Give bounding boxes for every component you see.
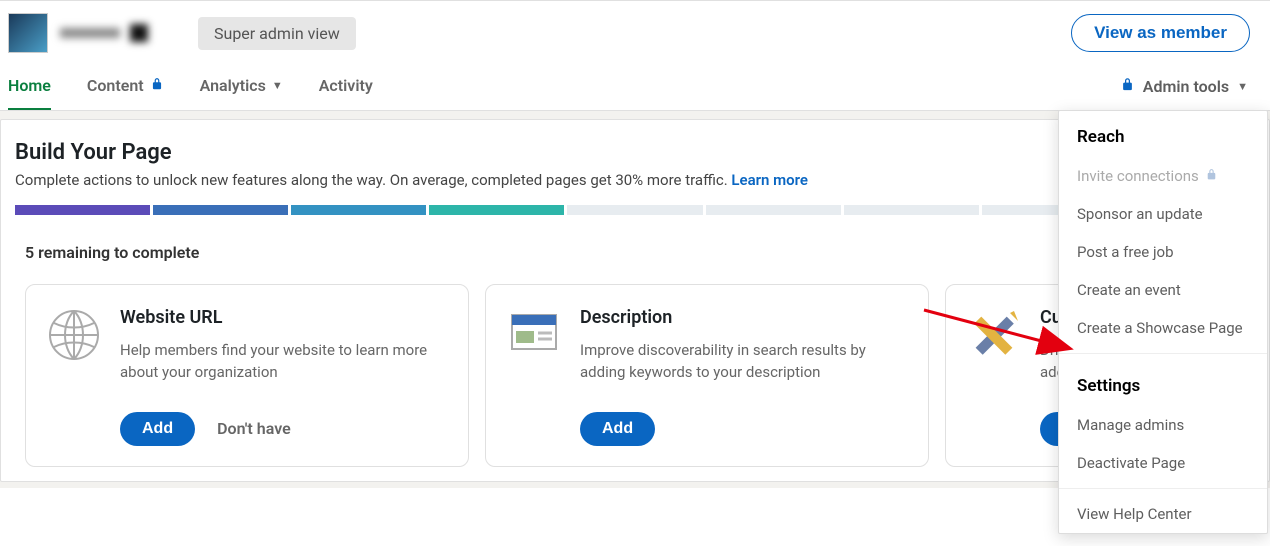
menu-manage-admins[interactable]: Manage admins — [1059, 406, 1267, 444]
tab-analytics[interactable]: Analytics ▼ — [200, 63, 283, 110]
add-button[interactable]: Add — [580, 412, 655, 446]
learn-more-link[interactable]: Learn more — [731, 171, 808, 189]
menu-create-event[interactable]: Create an event — [1059, 271, 1267, 309]
task-title: Description — [580, 307, 908, 328]
add-button[interactable]: Add — [120, 412, 195, 446]
tab-analytics-label: Analytics — [200, 76, 266, 95]
dropdown-section-reach: Reach — [1059, 111, 1267, 157]
task-title: Website URL — [120, 307, 448, 328]
lock-icon — [1205, 167, 1218, 185]
view-as-member-button[interactable]: View as member — [1071, 14, 1250, 52]
chevron-down-icon: ▼ — [1237, 80, 1248, 93]
chevron-down-icon: ▼ — [272, 79, 283, 92]
menu-create-showcase-page[interactable]: Create a Showcase Page — [1059, 309, 1267, 347]
lock-icon — [150, 77, 164, 95]
task-card-website: Website URL Help members find your websi… — [25, 284, 469, 467]
menu-view-help-center[interactable]: View Help Center — [1059, 495, 1267, 533]
pencil-ruler-icon — [966, 307, 1022, 363]
tab-home[interactable]: Home — [8, 63, 51, 110]
dont-have-link[interactable]: Don't have — [217, 419, 291, 438]
lock-icon — [1120, 77, 1135, 96]
role-chip: Super admin view — [198, 17, 356, 50]
task-desc: Help members find your website to learn … — [120, 340, 448, 384]
menu-deactivate-page[interactable]: Deactivate Page — [1059, 444, 1267, 482]
tab-activity[interactable]: Activity — [319, 63, 373, 110]
avatar[interactable] — [8, 13, 48, 53]
tabs: Home Content Analytics ▼ Activity Admin … — [0, 63, 1270, 111]
admin-tools-label: Admin tools — [1143, 77, 1229, 96]
menu-post-free-job[interactable]: Post a free job — [1059, 233, 1267, 271]
admin-tools-menu[interactable]: Admin tools ▼ — [1120, 77, 1248, 96]
menu-sponsor-update[interactable]: Sponsor an update — [1059, 195, 1267, 233]
menu-invite-connections: Invite connections — [1059, 157, 1267, 195]
task-desc: Improve discoverability in search result… — [580, 340, 908, 384]
admin-tools-dropdown: Reach Invite connections Sponsor an upda… — [1058, 110, 1268, 534]
tab-content[interactable]: Content — [87, 63, 164, 110]
task-card-description: Description Improve discoverability in s… — [485, 284, 929, 467]
org-name — [60, 24, 148, 42]
page-header: Super admin view View as member — [0, 1, 1270, 63]
document-icon — [506, 307, 562, 363]
globe-icon — [46, 307, 102, 363]
dropdown-section-settings: Settings — [1059, 360, 1267, 406]
tab-content-label: Content — [87, 76, 144, 95]
